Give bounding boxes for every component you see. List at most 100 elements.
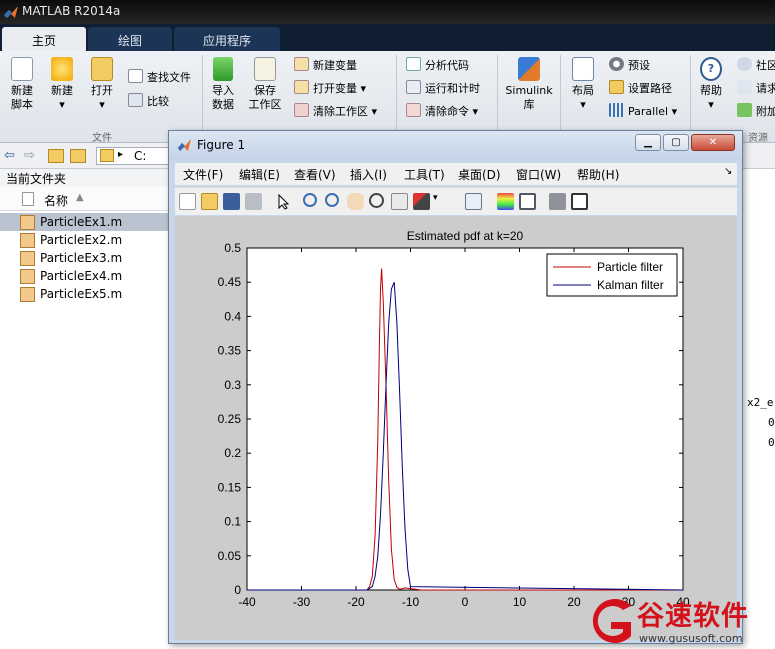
menu-desktop[interactable]: 桌面(D) [458,166,501,183]
save-icon[interactable] [223,193,240,210]
close-button[interactable]: ✕ [691,134,735,151]
chevron-down-icon: ▾ [671,105,678,118]
up-folder-icon[interactable] [48,149,64,163]
set-path-label: 设置路径 [628,82,672,95]
parallel-button[interactable]: Parallel ▾ [609,103,677,121]
community-icon [737,57,752,71]
new-script-button[interactable]: 新建 脚本 [4,57,40,112]
file-item[interactable]: ParticleEx4.m [0,267,170,285]
zoom-in-icon[interactable] [303,193,317,207]
path-folder-icon [100,149,114,162]
figure-window: Figure 1 ▁ ▢ ✕ 文件(F) 编辑(E) 查看(V) 插入(I) 工… [168,130,743,644]
forward-arrow-icon[interactable]: ⇨ [24,148,35,163]
open-variable-button[interactable]: 打开变量 ▾ [294,80,366,98]
clear-workspace-button[interactable]: 清除工作区 ▾ [294,103,377,121]
simulink-library-button[interactable]: Simulink 库 [504,57,554,112]
file-group-label: 文件 [92,133,112,144]
new-variable-label: 新建变量 [313,59,357,72]
dock-icon[interactable]: ↘ [724,166,732,177]
menu-view[interactable]: 查看(V) [294,166,336,183]
preferences-button[interactable]: 预设 [609,57,650,75]
zoom-out-icon[interactable] [325,193,339,207]
show-plot-tools-icon[interactable] [571,193,588,210]
file-item[interactable]: ParticleEx5.m [0,285,170,303]
hide-plot-tools-icon[interactable] [549,193,566,210]
brush-icon[interactable] [413,193,430,210]
ribbon-separator [560,55,561,137]
menu-edit[interactable]: 编辑(E) [239,166,280,183]
browse-folder-icon[interactable] [70,149,86,163]
y-tick-label: 0.3 [224,378,241,392]
new-button[interactable]: 新建 ▾ [44,57,80,112]
compare-button[interactable]: 比较 [128,93,169,111]
gear-icon [609,57,624,71]
plot-area[interactable]: Estimated pdf at k=20-40 -30 -20 -10 0 10 20 30… [175,216,737,640]
clear-commands-label: 清除命令 [425,105,469,118]
file-item[interactable]: ParticleEx1.m [0,213,170,231]
layout-icon [572,57,594,81]
open-button[interactable]: 打开 ▾ [84,57,120,112]
chevron-down-icon: ▾ [371,105,378,118]
pointer-icon[interactable] [275,193,292,210]
link-plot-icon[interactable] [465,193,482,210]
tab-plots[interactable]: 绘图 [88,27,172,51]
tab-home[interactable]: 主页 [2,27,86,51]
main-titlebar: MATLAB R2014a [0,0,775,24]
set-path-icon [609,80,624,94]
legend-icon[interactable] [519,193,536,210]
x-tick-label: -30 [293,595,311,609]
analyze-code-icon [406,57,421,71]
import-data-button[interactable]: 导入 数据 [206,57,240,112]
path-drive: C: [134,149,147,163]
minimize-button[interactable]: ▁ [635,134,661,151]
menu-file[interactable]: 文件(F) [183,166,223,183]
new-variable-button[interactable]: 新建变量 [294,57,357,75]
save-workspace-button[interactable]: 保存 工作区 [246,57,284,112]
legend-label: Kalman filter [597,278,664,292]
new-script-label: 新建 脚本 [11,84,33,111]
rotate-3d-icon[interactable] [369,193,384,208]
request-support-button[interactable]: 请求 [737,80,775,98]
clear-commands-button[interactable]: 清除命令 ▾ [406,103,478,121]
workspace-value-2: 0 [768,436,775,449]
workspace-var-name: x2_e [747,396,774,409]
menu-window[interactable]: 窗口(W) [516,166,561,183]
chevron-down-icon[interactable]: ▾ [433,193,441,210]
menu-help[interactable]: 帮助(H) [577,166,619,183]
analyze-code-button[interactable]: 分析代码 [406,57,469,75]
help-button[interactable]: ? 帮助 ▾ [694,57,728,112]
open-file-icon[interactable] [201,193,218,210]
chevron-down-icon: ▾ [360,82,367,95]
analyze-code-label: 分析代码 [425,59,469,72]
addons-button[interactable]: 附加 [737,103,775,121]
find-files-button[interactable]: 查找文件 [128,69,191,87]
community-button[interactable]: 社区 [737,57,775,75]
set-path-button[interactable]: 设置路径 [609,80,672,98]
maximize-button[interactable]: ▢ [663,134,689,151]
addons-label: 附加 [756,105,775,118]
pan-hand-icon[interactable] [347,193,364,210]
new-figure-icon[interactable] [179,193,196,210]
save-workspace-icon [254,57,276,81]
print-icon[interactable] [245,193,262,210]
file-item[interactable]: ParticleEx2.m [0,231,170,249]
open-variable-label: 打开变量 [313,82,357,95]
watermark-url: www.gususoft.com [639,632,743,645]
open-variable-icon [294,80,309,94]
figure-titlebar[interactable]: Figure 1 ▁ ▢ ✕ [169,131,742,159]
matlab-logo-icon [178,139,191,151]
file-item[interactable]: ParticleEx3.m [0,249,170,267]
x-tick-label: 0 [462,595,469,609]
tab-apps[interactable]: 应用程序 [174,27,280,51]
run-and-time-button[interactable]: 运行和计时 [406,80,480,98]
layout-button[interactable]: 布局 ▾ [566,57,600,112]
menu-tools[interactable]: 工具(T) [404,166,445,183]
current-folder-column-header[interactable]: 名称 ▲ [0,187,170,211]
colorbar-icon[interactable] [497,193,514,210]
app-title: MATLAB R2014a [22,4,121,18]
data-cursor-icon[interactable] [391,193,408,210]
menu-insert[interactable]: 插入(I) [350,166,387,183]
chevron-down-icon: ▾ [472,105,479,118]
file-name: ParticleEx5.m [40,287,123,301]
back-arrow-icon[interactable]: ⇦ [4,148,15,163]
